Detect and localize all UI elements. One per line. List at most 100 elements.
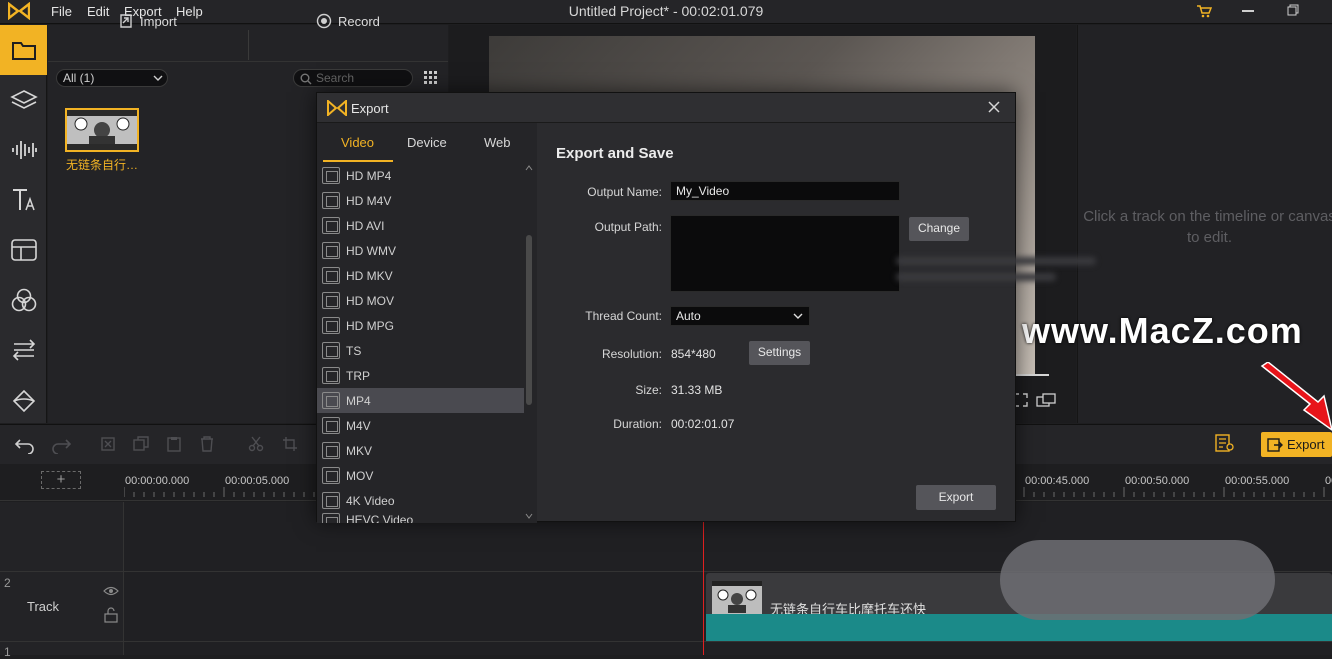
split-icon[interactable] xyxy=(248,436,264,452)
restore-icon[interactable] xyxy=(1287,4,1299,16)
cart-icon[interactable] xyxy=(1196,4,1212,18)
fullscreen-icon[interactable] xyxy=(1014,393,1028,407)
change-path-button[interactable]: Change xyxy=(909,217,969,241)
tab-video[interactable]: Video xyxy=(341,135,374,150)
format-item[interactable]: MOV xyxy=(317,463,524,488)
size-label: Size: xyxy=(635,383,662,397)
trash-icon[interactable] xyxy=(199,436,215,452)
eye-icon[interactable] xyxy=(103,586,119,596)
lock-icon[interactable] xyxy=(104,607,118,623)
thread-count-dropdown[interactable]: Auto xyxy=(670,306,810,326)
watermark-text: www.MacZ.com xyxy=(1022,310,1303,351)
ruler-tick-label: 00:00:05.000 xyxy=(225,475,290,487)
size-value: 31.33 MB xyxy=(671,383,723,397)
paste-icon[interactable] xyxy=(166,436,182,452)
effects-tab-button[interactable] xyxy=(0,275,47,325)
import-button[interactable]: Import xyxy=(118,8,177,34)
add-track-button[interactable]: + xyxy=(41,471,81,489)
format-item[interactable]: TS xyxy=(317,338,524,363)
film-icon xyxy=(322,492,340,509)
format-label: HD WMV xyxy=(346,243,396,258)
delete-clip-icon[interactable] xyxy=(100,436,116,452)
format-item[interactable]: 4K Video xyxy=(317,488,524,513)
undo-icon[interactable] xyxy=(14,436,36,454)
format-item[interactable]: HD MPG xyxy=(317,313,524,338)
export-main-button[interactable]: Export xyxy=(1261,432,1332,457)
format-item[interactable]: HD MP4 xyxy=(317,163,524,188)
duration-value: 00:02:01.07 xyxy=(671,417,735,431)
waveform-icon xyxy=(11,141,37,159)
format-item[interactable]: M4V xyxy=(317,413,524,438)
format-item[interactable]: HD M4V xyxy=(317,188,524,213)
film-icon xyxy=(322,342,340,359)
format-label: HD MPG xyxy=(346,318,394,333)
record-icon xyxy=(316,13,332,29)
minimize-icon[interactable] xyxy=(1242,10,1254,12)
chevron-down-icon xyxy=(793,313,803,319)
format-label: HD MKV xyxy=(346,268,393,283)
film-icon xyxy=(322,192,340,209)
transitions-tab-button[interactable] xyxy=(0,325,47,375)
format-item[interactable]: HD WMV xyxy=(317,238,524,263)
media-filter-value: All (1) xyxy=(63,71,95,85)
layers-tab-button[interactable] xyxy=(0,75,47,125)
format-item[interactable]: TRP xyxy=(317,363,524,388)
film-icon xyxy=(322,513,340,523)
media-divider xyxy=(48,61,448,62)
format-label: HD MP4 xyxy=(346,168,392,183)
crop-icon[interactable] xyxy=(282,436,298,452)
copy-icon[interactable] xyxy=(133,436,149,452)
ruler-tick-label: 00:00:50.000 xyxy=(1125,475,1190,487)
import-label: Import xyxy=(140,13,177,29)
transition-icon xyxy=(12,339,35,361)
scroll-down-icon[interactable] xyxy=(525,513,533,519)
redo-icon[interactable] xyxy=(50,436,72,454)
format-item[interactable]: MKV xyxy=(317,438,524,463)
close-icon[interactable] xyxy=(987,100,1001,114)
layers-icon xyxy=(9,90,38,109)
output-path-field[interactable] xyxy=(670,215,900,292)
pip-icon[interactable] xyxy=(1036,393,1056,407)
animation-icon xyxy=(12,389,35,413)
format-item[interactable]: HD MOV xyxy=(317,288,524,313)
output-path-label: Output Path: xyxy=(594,220,662,234)
resolution-value: 854*480 xyxy=(671,347,716,361)
media-clip-thumbnail[interactable] xyxy=(65,108,139,152)
format-list[interactable]: HD MP4 HD M4V HD AVI HD WMV HD MKV HD MO… xyxy=(317,163,537,523)
export-confirm-button[interactable]: Export xyxy=(916,485,996,510)
export-dialog: Export Video Device Web HD MP4 HD M4V HD… xyxy=(316,92,1096,523)
format-item[interactable]: HD AVI xyxy=(317,213,524,238)
playhead[interactable] xyxy=(703,519,704,655)
ruler-tick-label: 00:00:45.000 xyxy=(1025,475,1090,487)
scroll-up-icon[interactable] xyxy=(525,165,533,171)
film-icon xyxy=(322,392,340,409)
text-tab-button[interactable] xyxy=(0,175,47,225)
title-bar: File Edit Export Help Untitled Project* … xyxy=(0,0,1332,24)
grid-view-icon[interactable] xyxy=(423,70,439,86)
text-icon xyxy=(12,189,35,211)
search-placeholder: Search xyxy=(316,71,355,85)
media-tab-button[interactable] xyxy=(0,25,47,75)
tab-web[interactable]: Web xyxy=(484,135,511,150)
mosaic-blur-overlay xyxy=(1000,540,1275,620)
settings-button[interactable]: Settings xyxy=(749,341,810,365)
output-name-field[interactable]: My_Video xyxy=(670,181,900,201)
templates-tab-button[interactable] xyxy=(0,225,47,275)
format-item[interactable]: HEVC Video xyxy=(317,513,524,523)
record-button[interactable]: Record xyxy=(316,8,380,34)
format-item-selected[interactable]: MP4 xyxy=(317,388,524,413)
tab-device[interactable]: Device xyxy=(407,135,447,150)
format-label: TRP xyxy=(346,368,370,383)
animation-tab-button[interactable] xyxy=(0,375,47,425)
export-heading: Export and Save xyxy=(556,145,674,162)
audio-tab-button[interactable] xyxy=(0,125,47,175)
template-icon xyxy=(10,239,37,261)
render-settings-icon[interactable] xyxy=(1214,434,1234,452)
preview-progress-line xyxy=(1015,374,1049,376)
format-label: HD MOV xyxy=(346,293,394,308)
media-filter-dropdown[interactable]: All (1) xyxy=(56,69,168,87)
format-label: MKV xyxy=(346,443,373,458)
toolbar-divider xyxy=(248,30,249,60)
format-item[interactable]: HD MKV xyxy=(317,263,524,288)
media-search-input[interactable]: Search xyxy=(293,69,413,87)
